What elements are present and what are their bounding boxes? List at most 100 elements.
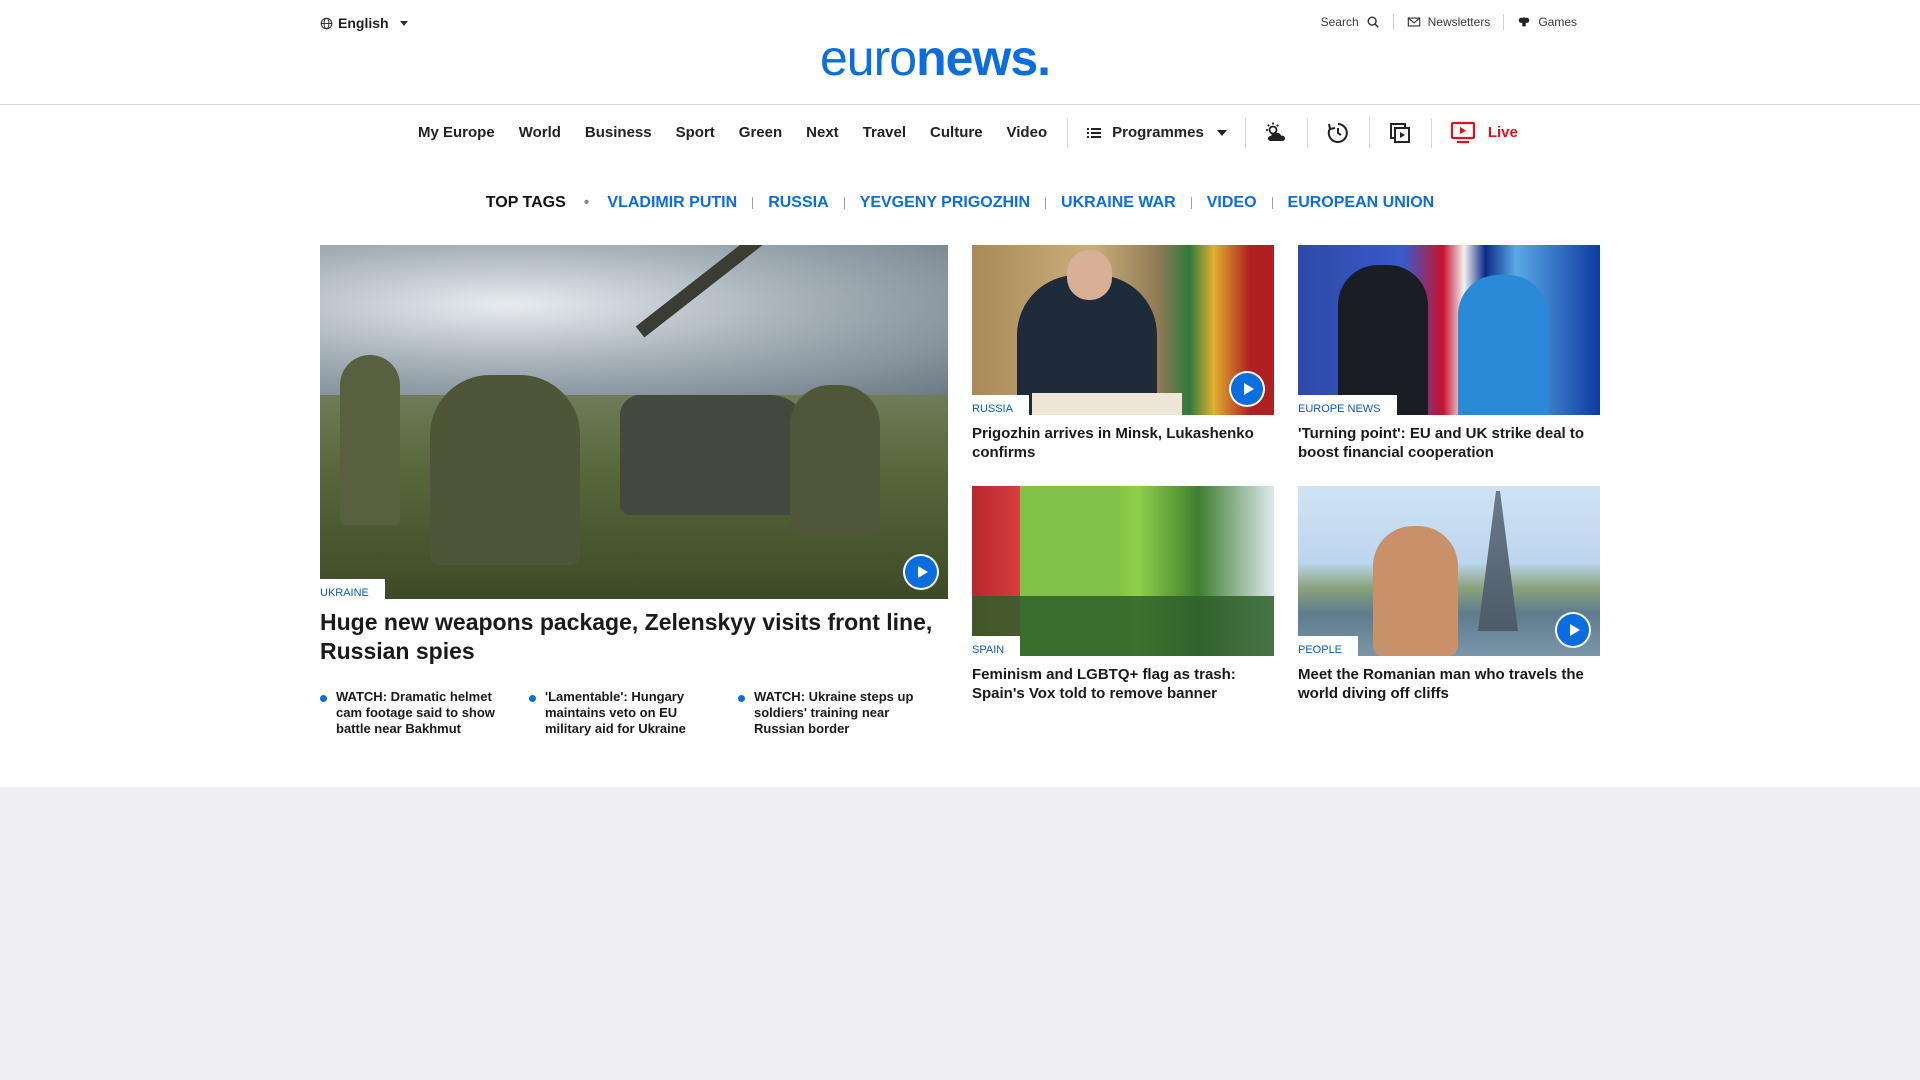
nav-sport[interactable]: Sport (676, 124, 715, 141)
related-articles: WATCH: Dramatic helmet cam footage said … (320, 689, 948, 737)
related-article[interactable]: WATCH: Dramatic helmet cam footage said … (320, 689, 529, 737)
category-label[interactable]: SPAIN (972, 636, 1021, 656)
nav-travel[interactable]: Travel (863, 124, 906, 141)
main-nav: My Europe World Business Sport Green Nex… (0, 105, 1920, 160)
nav-business[interactable]: Business (585, 124, 652, 141)
article-thumbnail[interactable]: EUROPE NEWS (1298, 245, 1600, 415)
soldier (790, 385, 880, 535)
tag-video[interactable]: video (1207, 194, 1257, 212)
article-card[interactable]: SPAIN Feminism and LGBTQ+ flag as trash:… (972, 486, 1274, 703)
soldier (340, 355, 400, 525)
newsletters-label: Newsletters (1427, 15, 1491, 29)
latest-button[interactable] (1308, 105, 1369, 160)
nav-next[interactable]: Next (806, 124, 839, 141)
list-icon (1087, 127, 1102, 138)
newsletters-link[interactable]: Newsletters (1394, 15, 1504, 29)
stories-button[interactable] (1370, 105, 1431, 160)
article-card[interactable]: EUROPE NEWS 'Turning point': EU and UK s… (1298, 245, 1600, 462)
category-label[interactable]: RUSSIA (972, 395, 1029, 415)
related-article[interactable]: WATCH: Ukraine steps up soldiers' traini… (738, 689, 947, 737)
tag-separator (752, 196, 754, 209)
hero-article: UKRAINE Huge new weapons package, Zelens… (320, 245, 948, 737)
nav-culture[interactable]: Culture (930, 124, 983, 141)
article-title[interactable]: Feminism and LGBTQ+ flag as trash: Spain… (972, 665, 1274, 703)
games-icon (1519, 16, 1530, 27)
top-header: English euronews. Search Newsletters Gam… (0, 0, 1920, 105)
hero-title[interactable]: Huge new weapons package, Zelenskyy visi… (320, 608, 948, 666)
category-label[interactable]: EUROPE NEWS (1298, 395, 1397, 415)
top-stories-section: UKRAINE Huge new weapons package, Zelens… (0, 245, 1920, 787)
tag-separator (1271, 196, 1273, 209)
play-video-button[interactable] (905, 556, 937, 588)
article-title[interactable]: Prigozhin arrives in Minsk, Lukashenko c… (972, 424, 1274, 462)
weather-icon (1266, 122, 1286, 141)
tag-european-union[interactable]: European Union (1288, 194, 1435, 212)
top-tags-label: TOP TAGS (485, 193, 566, 211)
sky (320, 245, 948, 395)
nav-world[interactable]: World (519, 124, 561, 141)
logo-text-bold: news. (916, 30, 1051, 86)
bullet-icon (738, 695, 745, 702)
related-article-title: 'Lamentable': Hungary maintains veto on … (545, 689, 686, 736)
article-card[interactable]: RUSSIA Prigozhin arrives in Minsk, Lukas… (972, 245, 1274, 462)
tag-separator (1190, 196, 1192, 209)
search-label: Search (1320, 15, 1359, 29)
play-video-button[interactable] (1557, 614, 1589, 646)
stories-icon (1390, 122, 1411, 143)
article-thumbnail[interactable]: SPAIN (972, 486, 1274, 656)
games-link[interactable]: Games (1504, 15, 1590, 29)
nav-green[interactable]: Green (739, 124, 782, 141)
weather-button[interactable] (1246, 105, 1307, 160)
man (1373, 526, 1458, 656)
tag-separator (843, 196, 845, 209)
category-label[interactable]: PEOPLE (1298, 636, 1359, 656)
utility-links: Search Newsletters Games (1308, 14, 1590, 30)
eiffel-tower (1478, 491, 1518, 631)
search-button[interactable]: Search (1308, 15, 1393, 29)
programmes-menu[interactable]: Programmes (1068, 124, 1245, 141)
article-thumbnail[interactable]: RUSSIA (972, 245, 1274, 415)
logo-text-light: euro (820, 30, 917, 86)
tag-yevgeny-prigozhin[interactable]: Yevgeny Prigozhin (860, 194, 1030, 212)
top-tags-bar: TOP TAGS • Vladimir Putin Russia Yevgeny… (0, 160, 1920, 245)
howitzer (620, 395, 810, 515)
category-label[interactable]: UKRAINE (320, 579, 385, 599)
tag-separator (1045, 196, 1047, 209)
live-label: Live (1487, 124, 1518, 141)
article-title[interactable]: Meet the Romanian man who travels the wo… (1298, 665, 1600, 703)
nav-my-europe[interactable]: My Europe (418, 124, 495, 141)
live-button[interactable]: Live (1432, 121, 1518, 145)
chevron-down-icon (1216, 129, 1227, 136)
chevron-down-icon (399, 20, 408, 26)
related-article-title: WATCH: Dramatic helmet cam footage said … (336, 689, 495, 736)
language-selector[interactable]: English (320, 15, 408, 31)
tv-live-icon (1450, 121, 1475, 143)
hero-image[interactable]: UKRAINE (320, 245, 948, 599)
tag-vladimir-putin[interactable]: Vladimir Putin (607, 194, 737, 212)
related-article-title: WATCH: Ukraine steps up soldiers' traini… (754, 689, 914, 736)
tag-ukraine-war[interactable]: Ukraine war (1061, 194, 1176, 212)
games-label: Games (1538, 15, 1577, 29)
person (1338, 265, 1428, 415)
programmes-label: Programmes (1112, 124, 1204, 141)
separator-dot: • (583, 193, 590, 211)
person (1458, 275, 1548, 415)
bullet-icon (320, 695, 327, 702)
article-thumbnail[interactable]: PEOPLE (1298, 486, 1600, 656)
search-icon (1367, 16, 1379, 28)
lectern (1032, 393, 1182, 415)
bullet-icon (529, 695, 536, 702)
article-card[interactable]: PEOPLE Meet the Romanian man who travels… (1298, 486, 1600, 703)
mail-icon (1407, 17, 1420, 27)
language-label: English (338, 15, 389, 31)
tag-russia[interactable]: Russia (768, 194, 828, 212)
nav-video[interactable]: Video (1007, 124, 1048, 141)
history-icon (1328, 122, 1349, 143)
related-article[interactable]: 'Lamentable': Hungary maintains veto on … (529, 689, 738, 737)
article-title[interactable]: 'Turning point': EU and UK strike deal t… (1298, 424, 1600, 462)
euronews-logo[interactable]: euronews. (820, 30, 1051, 86)
speaker-head (1067, 250, 1112, 300)
play-video-button[interactable] (1231, 373, 1263, 405)
soldier (430, 375, 580, 565)
globe-icon (320, 17, 333, 29)
